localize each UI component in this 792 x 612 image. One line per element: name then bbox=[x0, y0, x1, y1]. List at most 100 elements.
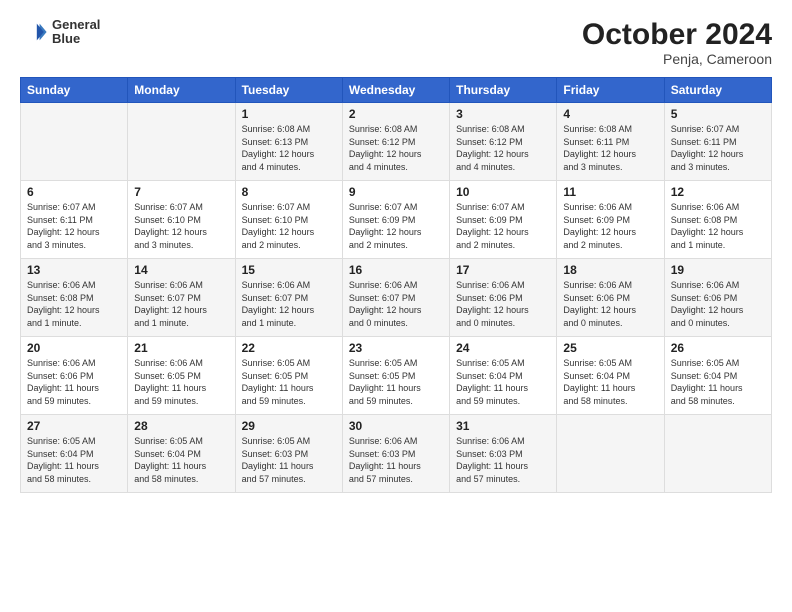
header-saturday: Saturday bbox=[664, 78, 771, 103]
calendar-week-3: 13 Sunrise: 6:06 AM Sunset: 6:08 PM Dayli… bbox=[21, 259, 772, 337]
calendar-subtitle: Penja, Cameroon bbox=[582, 51, 772, 67]
day-info: Sunrise: 6:07 AM Sunset: 6:11 PM Dayligh… bbox=[27, 201, 121, 251]
calendar-cell: 11 Sunrise: 6:06 AM Sunset: 6:09 PM Dayli… bbox=[557, 181, 664, 259]
day-info: Sunrise: 6:05 AM Sunset: 6:04 PM Dayligh… bbox=[27, 435, 121, 485]
day-info: Sunrise: 6:07 AM Sunset: 6:10 PM Dayligh… bbox=[134, 201, 228, 251]
calendar-cell: 15 Sunrise: 6:06 AM Sunset: 6:07 PM Dayli… bbox=[235, 259, 342, 337]
day-number: 28 bbox=[134, 419, 228, 433]
day-info: Sunrise: 6:07 AM Sunset: 6:10 PM Dayligh… bbox=[242, 201, 336, 251]
day-number: 22 bbox=[242, 341, 336, 355]
logo-line2: Blue bbox=[52, 32, 100, 46]
day-info: Sunrise: 6:05 AM Sunset: 6:05 PM Dayligh… bbox=[242, 357, 336, 407]
calendar-cell: 22 Sunrise: 6:05 AM Sunset: 6:05 PM Dayli… bbox=[235, 337, 342, 415]
calendar-header-row: SundayMondayTuesdayWednesdayThursdayFrid… bbox=[21, 78, 772, 103]
day-number: 13 bbox=[27, 263, 121, 277]
day-number: 29 bbox=[242, 419, 336, 433]
calendar-cell: 13 Sunrise: 6:06 AM Sunset: 6:08 PM Dayli… bbox=[21, 259, 128, 337]
calendar-cell: 31 Sunrise: 6:06 AM Sunset: 6:03 PM Dayli… bbox=[450, 415, 557, 493]
day-number: 21 bbox=[134, 341, 228, 355]
day-info: Sunrise: 6:06 AM Sunset: 6:05 PM Dayligh… bbox=[134, 357, 228, 407]
day-number: 31 bbox=[456, 419, 550, 433]
calendar-cell: 26 Sunrise: 6:05 AM Sunset: 6:04 PM Dayli… bbox=[664, 337, 771, 415]
header-tuesday: Tuesday bbox=[235, 78, 342, 103]
day-info: Sunrise: 6:08 AM Sunset: 6:12 PM Dayligh… bbox=[349, 123, 443, 173]
calendar-cell: 10 Sunrise: 6:07 AM Sunset: 6:09 PM Dayli… bbox=[450, 181, 557, 259]
calendar-cell bbox=[557, 415, 664, 493]
header-sunday: Sunday bbox=[21, 78, 128, 103]
calendar-cell: 23Sunrise: 6:05 AM Sunset: 6:05 PM Dayli… bbox=[342, 337, 449, 415]
day-number: 6 bbox=[27, 185, 121, 199]
day-info: Sunrise: 6:05 AM Sunset: 6:04 PM Dayligh… bbox=[134, 435, 228, 485]
calendar-cell: 9Sunrise: 6:07 AM Sunset: 6:09 PM Daylig… bbox=[342, 181, 449, 259]
header-wednesday: Wednesday bbox=[342, 78, 449, 103]
calendar-cell bbox=[128, 103, 235, 181]
day-info: Sunrise: 6:05 AM Sunset: 6:04 PM Dayligh… bbox=[671, 357, 765, 407]
calendar-cell: 7 Sunrise: 6:07 AM Sunset: 6:10 PM Daylig… bbox=[128, 181, 235, 259]
calendar-cell: 28 Sunrise: 6:05 AM Sunset: 6:04 PM Dayli… bbox=[128, 415, 235, 493]
day-info: Sunrise: 6:08 AM Sunset: 6:13 PM Dayligh… bbox=[242, 123, 336, 173]
day-info: Sunrise: 6:07 AM Sunset: 6:09 PM Dayligh… bbox=[456, 201, 550, 251]
day-info: Sunrise: 6:08 AM Sunset: 6:12 PM Dayligh… bbox=[456, 123, 550, 173]
day-number: 24 bbox=[456, 341, 550, 355]
calendar-cell: 12Sunrise: 6:06 AM Sunset: 6:08 PM Dayli… bbox=[664, 181, 771, 259]
day-number: 4 bbox=[563, 107, 657, 121]
day-number: 5 bbox=[671, 107, 765, 121]
calendar-cell: 1 Sunrise: 6:08 AM Sunset: 6:13 PM Daylig… bbox=[235, 103, 342, 181]
day-number: 19 bbox=[671, 263, 765, 277]
day-number: 27 bbox=[27, 419, 121, 433]
calendar-cell: 3 Sunrise: 6:08 AM Sunset: 6:12 PM Daylig… bbox=[450, 103, 557, 181]
logo-icon bbox=[20, 18, 48, 46]
calendar-cell: 20Sunrise: 6:06 AM Sunset: 6:06 PM Dayli… bbox=[21, 337, 128, 415]
calendar-cell: 8 Sunrise: 6:07 AM Sunset: 6:10 PM Daylig… bbox=[235, 181, 342, 259]
day-info: Sunrise: 6:06 AM Sunset: 6:06 PM Dayligh… bbox=[563, 279, 657, 329]
day-number: 11 bbox=[563, 185, 657, 199]
day-number: 30 bbox=[349, 419, 443, 433]
calendar-cell: 30 Sunrise: 6:06 AM Sunset: 6:03 PM Dayli… bbox=[342, 415, 449, 493]
day-number: 26 bbox=[671, 341, 765, 355]
calendar-cell: 17Sunrise: 6:06 AM Sunset: 6:06 PM Dayli… bbox=[450, 259, 557, 337]
logo-text: General Blue bbox=[52, 18, 100, 47]
day-info: Sunrise: 6:06 AM Sunset: 6:06 PM Dayligh… bbox=[456, 279, 550, 329]
calendar-cell: 2 Sunrise: 6:08 AM Sunset: 6:12 PM Daylig… bbox=[342, 103, 449, 181]
calendar-week-1: 1 Sunrise: 6:08 AM Sunset: 6:13 PM Daylig… bbox=[21, 103, 772, 181]
day-info: Sunrise: 6:06 AM Sunset: 6:08 PM Dayligh… bbox=[27, 279, 121, 329]
day-number: 7 bbox=[134, 185, 228, 199]
day-number: 2 bbox=[349, 107, 443, 121]
calendar-cell: 5 Sunrise: 6:07 AM Sunset: 6:11 PM Daylig… bbox=[664, 103, 771, 181]
calendar-cell: 24 Sunrise: 6:05 AM Sunset: 6:04 PM Dayli… bbox=[450, 337, 557, 415]
header-thursday: Thursday bbox=[450, 78, 557, 103]
day-info: Sunrise: 6:05 AM Sunset: 6:04 PM Dayligh… bbox=[563, 357, 657, 407]
day-number: 1 bbox=[242, 107, 336, 121]
page: General Blue October 2024 Penja, Cameroo… bbox=[0, 0, 792, 503]
day-info: Sunrise: 6:06 AM Sunset: 6:09 PM Dayligh… bbox=[563, 201, 657, 251]
day-number: 3 bbox=[456, 107, 550, 121]
calendar-cell: 6 Sunrise: 6:07 AM Sunset: 6:11 PM Daylig… bbox=[21, 181, 128, 259]
logo-line1: General bbox=[52, 18, 100, 32]
day-info: Sunrise: 6:08 AM Sunset: 6:11 PM Dayligh… bbox=[563, 123, 657, 173]
calendar-title: October 2024 bbox=[582, 18, 772, 51]
calendar-table: SundayMondayTuesdayWednesdayThursdayFrid… bbox=[20, 77, 772, 493]
day-number: 18 bbox=[563, 263, 657, 277]
calendar-week-2: 6 Sunrise: 6:07 AM Sunset: 6:11 PM Daylig… bbox=[21, 181, 772, 259]
day-info: Sunrise: 6:07 AM Sunset: 6:11 PM Dayligh… bbox=[671, 123, 765, 173]
day-number: 15 bbox=[242, 263, 336, 277]
day-info: Sunrise: 6:06 AM Sunset: 6:08 PM Dayligh… bbox=[671, 201, 765, 251]
calendar-cell: 14 Sunrise: 6:06 AM Sunset: 6:07 PM Dayli… bbox=[128, 259, 235, 337]
calendar-cell: 4 Sunrise: 6:08 AM Sunset: 6:11 PM Daylig… bbox=[557, 103, 664, 181]
calendar-cell: 29Sunrise: 6:05 AM Sunset: 6:03 PM Dayli… bbox=[235, 415, 342, 493]
day-info: Sunrise: 6:06 AM Sunset: 6:06 PM Dayligh… bbox=[671, 279, 765, 329]
header: General Blue October 2024 Penja, Cameroo… bbox=[20, 18, 772, 67]
day-number: 8 bbox=[242, 185, 336, 199]
calendar-cell: 25Sunrise: 6:05 AM Sunset: 6:04 PM Dayli… bbox=[557, 337, 664, 415]
day-number: 20 bbox=[27, 341, 121, 355]
day-info: Sunrise: 6:06 AM Sunset: 6:03 PM Dayligh… bbox=[456, 435, 550, 485]
day-number: 23 bbox=[349, 341, 443, 355]
calendar-cell: 16Sunrise: 6:06 AM Sunset: 6:07 PM Dayli… bbox=[342, 259, 449, 337]
day-number: 10 bbox=[456, 185, 550, 199]
day-info: Sunrise: 6:05 AM Sunset: 6:04 PM Dayligh… bbox=[456, 357, 550, 407]
day-info: Sunrise: 6:06 AM Sunset: 6:07 PM Dayligh… bbox=[242, 279, 336, 329]
calendar-week-4: 20Sunrise: 6:06 AM Sunset: 6:06 PM Dayli… bbox=[21, 337, 772, 415]
day-number: 14 bbox=[134, 263, 228, 277]
day-info: Sunrise: 6:06 AM Sunset: 6:07 PM Dayligh… bbox=[134, 279, 228, 329]
day-info: Sunrise: 6:06 AM Sunset: 6:03 PM Dayligh… bbox=[349, 435, 443, 485]
